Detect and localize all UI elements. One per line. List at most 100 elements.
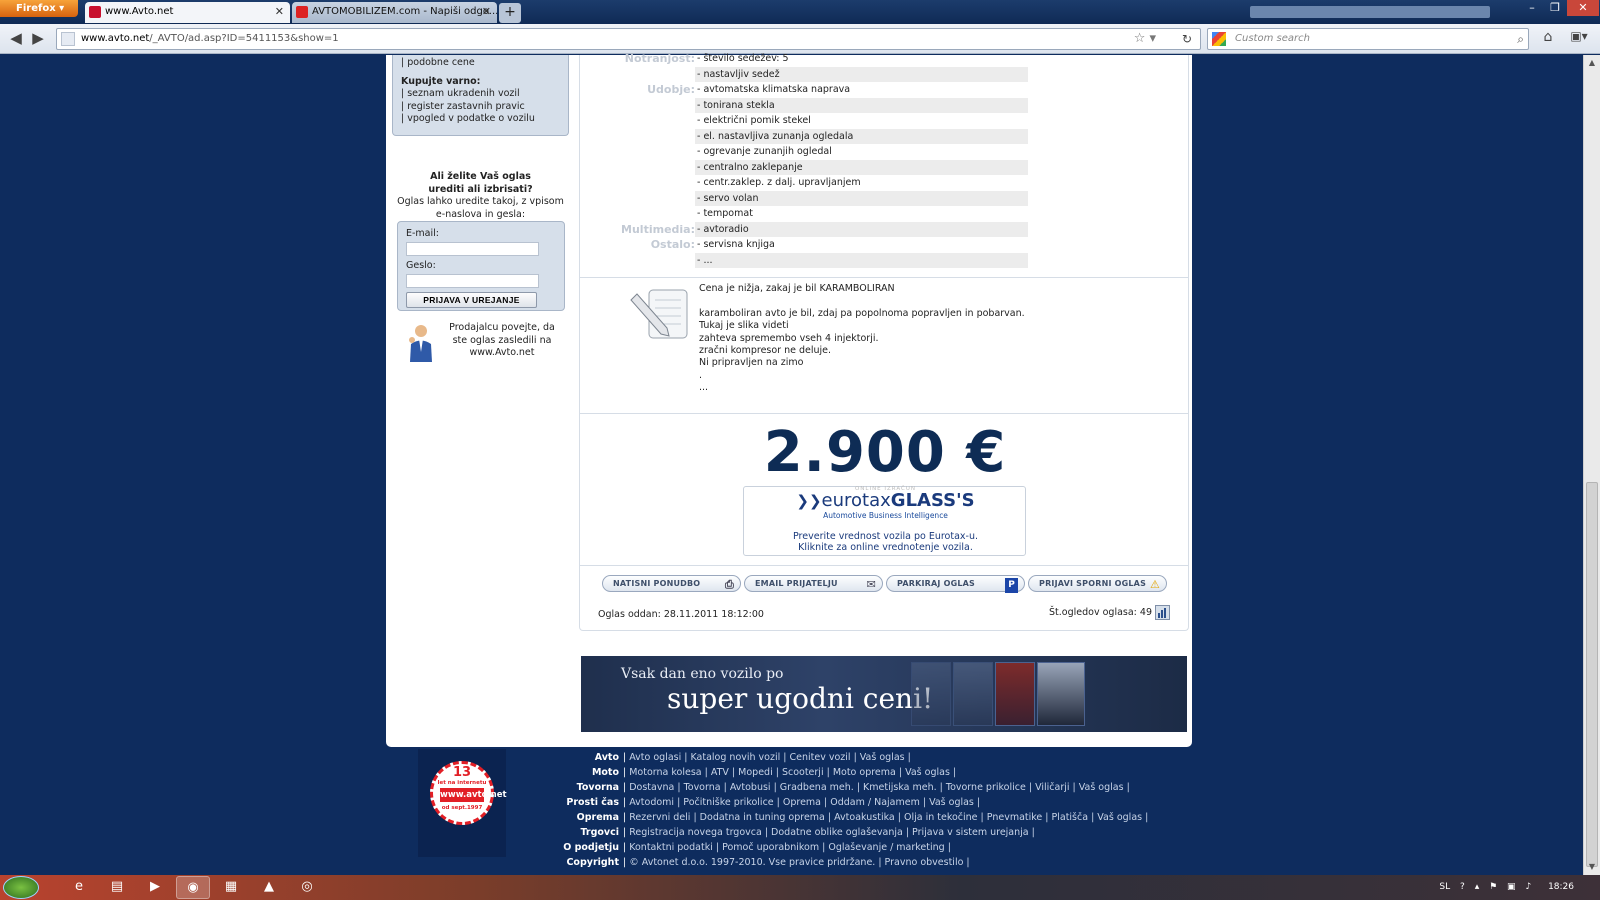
password-field[interactable] — [406, 274, 539, 288]
description-line: zahteva spremembo vseh 4 injektorji. — [699, 332, 879, 344]
eurotax-valuation-link[interactable]: ONLINE IZRAČUN ❯❯eurotaxGLASS'S Automoti… — [743, 486, 1026, 556]
media-player-icon[interactable]: ▶ — [138, 876, 172, 899]
feature-row: - centralno zaklepanje — [580, 159, 1190, 175]
image-viewer-icon[interactable]: ▦ — [214, 876, 248, 899]
ad-page: | podobne cene Kupujte varno: | seznam u… — [386, 52, 1192, 747]
page-scrollbar[interactable]: ▲ ▼ — [1583, 55, 1600, 875]
link-similar-prices[interactable]: | podobne cene — [401, 57, 560, 70]
flag-icon[interactable]: ⚑ — [1489, 882, 1497, 892]
footer-category[interactable]: O podjetju — [540, 840, 619, 855]
help-icon[interactable]: ? — [1460, 882, 1465, 892]
description-line: zračni kompresor ne deluje. — [699, 345, 832, 357]
tab-avto-net[interactable]: www.Avto.net ✕ — [85, 2, 290, 23]
clock[interactable]: 18:26 — [1548, 882, 1574, 892]
start-button[interactable] — [3, 876, 39, 899]
feature-row: - ogrevanje zunanjih ogledal — [580, 144, 1190, 159]
footer-category[interactable]: Prosti čas — [540, 795, 619, 810]
actions-section: NATISNI PONUDBO ⎙ EMAIL PRIJATELJU ✉ PARKI… — [579, 566, 1189, 631]
feature-row: - el. nastavljiva zunanja ogledala — [580, 128, 1190, 144]
car-thumbnail — [911, 662, 951, 726]
search-input[interactable]: Custom search ⌕ — [1207, 28, 1529, 50]
footer-category[interactable]: Moto — [540, 765, 619, 780]
footer-links-list[interactable]: Dostavna | Tovorna | Avtobusi | Gradbena… — [629, 782, 1130, 793]
restore-icon[interactable]: ❐ — [1544, 0, 1566, 16]
footer-links-list[interactable]: © Avtonet d.o.o. 1997-2010. Vse pravice … — [629, 857, 969, 868]
close-window-icon[interactable]: ✕ — [1567, 0, 1599, 16]
minimize-icon[interactable]: – — [1521, 0, 1543, 16]
footer-category[interactable]: Avto — [540, 750, 619, 765]
view-count: Št.ogledov oglasa: 49 — [1049, 605, 1170, 620]
reload-icon[interactable]: ↻ — [1182, 29, 1192, 49]
scroll-down-icon[interactable]: ▼ — [1584, 859, 1600, 875]
print-offer-button[interactable]: NATISNI PONUDBO ⎙ — [602, 575, 741, 592]
ie-icon[interactable]: e — [62, 876, 96, 899]
footer-links-list[interactable]: Registracija novega trgovca | Dodatne ob… — [629, 827, 1035, 838]
login-edit-button[interactable]: PRIJAVA V UREJANJE — [406, 292, 537, 308]
navigation-toolbar: ◀ ▶ www.avto.net/_AVTO/ad.asp?ID=5411153… — [0, 24, 1600, 54]
search-icon[interactable]: ⌕ — [1517, 29, 1524, 49]
site-identity-icon[interactable] — [61, 32, 75, 46]
bookmark-star-icon[interactable]: ☆ ▾ — [1134, 29, 1156, 49]
app-icon[interactable]: ◎ — [290, 876, 324, 899]
system-tray: SL ? ▴ ⚑ ▣ ♪ 18:26 — [1432, 875, 1594, 900]
back-icon[interactable]: ◀ — [6, 29, 26, 49]
feature-value: - tonirana stekla — [695, 97, 1028, 113]
feature-row: - električni pomik stekel — [580, 113, 1190, 128]
url-bar[interactable]: www.avto.net/_AVTO/ad.asp?ID=5411153&sho… — [56, 28, 1201, 50]
report-ad-button[interactable]: PRIJAVI SPORNI OGLAS ⚠ — [1028, 575, 1167, 592]
email-friend-button[interactable]: EMAIL PRIJATELJU ✉ — [744, 575, 883, 592]
volume-icon[interactable]: ♪ — [1525, 882, 1531, 892]
statistics-icon[interactable] — [1155, 605, 1170, 620]
acrobat-icon[interactable]: ▲ — [252, 876, 286, 899]
password-label: Geslo: — [406, 260, 436, 271]
footer-links-list[interactable]: Motorna kolesa | ATV | Mopedi | Scooterj… — [629, 767, 956, 778]
firefox-taskbar-icon[interactable]: ◉ — [176, 876, 210, 899]
scroll-up-icon[interactable]: ▲ — [1584, 55, 1600, 71]
new-tab-button[interactable]: + — [499, 3, 521, 23]
description-line: Cena je nižja, zakaj je bil KARAMBOLIRAN — [699, 283, 895, 294]
home-icon[interactable]: ⌂ — [1537, 29, 1559, 49]
blurred-tab-area — [1250, 6, 1490, 18]
tray-expand-icon[interactable]: ▴ — [1475, 882, 1480, 892]
toolbar-menu-icon[interactable]: ▣▾ — [1565, 29, 1593, 49]
language-indicator[interactable]: SL — [1439, 882, 1450, 892]
feature-row: - nastavljiv sedež — [580, 66, 1190, 82]
footer-category[interactable]: Oprema — [540, 810, 619, 825]
close-tab-icon[interactable]: ✕ — [482, 2, 491, 22]
footer-links-list[interactable]: Rezervni deli | Dodatna in tuning oprema… — [629, 812, 1148, 823]
feature-row: Ostalo: - servisna knjiga — [580, 237, 1190, 252]
tab-avtomobilizem[interactable]: AVTOMOBILIZEM.com - Napiši odgo... ✕ — [292, 2, 497, 23]
forward-icon[interactable]: ▶ — [28, 29, 48, 49]
email-field[interactable] — [406, 242, 539, 256]
description-line — [699, 295, 1027, 307]
footer-links-list[interactable]: Kontaktni podatki | Pomoč uporabnikom | … — [629, 842, 951, 853]
promo-banner[interactable]: Vsak dan eno vozilo po super ugodni ceni… — [581, 656, 1187, 732]
link-stolen-vehicles[interactable]: | seznam ukradenih vozil — [401, 88, 560, 101]
footer-row: Prosti čas | Avtodomi | Počitniške prikol… — [540, 795, 980, 810]
footer-links-list[interactable]: Avto oglasi | Katalog novih vozil | Ceni… — [629, 752, 911, 763]
google-icon[interactable] — [1212, 32, 1226, 46]
explorer-folder-icon[interactable]: ▤ — [100, 876, 134, 899]
footer-category[interactable]: Tovorna — [540, 780, 619, 795]
network-icon[interactable]: ▣ — [1507, 882, 1516, 892]
anniversary-badge: 13 let na internetu www.avto.net od sept… — [418, 749, 507, 857]
footer-category[interactable]: Copyright — [540, 855, 619, 870]
feature-row: Notranjost: - število sedežev: 5 — [580, 51, 1190, 66]
footer-row: Tovorna | Dostavna | Tovorna | Avtobusi |… — [540, 780, 1130, 795]
avtomobilizem-favicon-icon — [296, 6, 308, 18]
description-text: Cena je nižja, zakaj je bil KARAMBOLIRAN… — [699, 283, 1027, 395]
scroll-thumb[interactable] — [1586, 482, 1598, 867]
safe-buying-heading: Kupujte varno: — [401, 75, 481, 87]
footer-category[interactable]: Trgovci — [540, 825, 619, 840]
link-vehicle-data[interactable]: | vpogled v podatke o vozilu — [401, 113, 560, 126]
feature-value: - število sedežev: 5 — [697, 53, 789, 64]
car-thumbnail — [953, 662, 993, 726]
close-tab-icon[interactable]: ✕ — [275, 2, 284, 22]
firefox-menu-button[interactable]: Firefox ▾ — [0, 0, 78, 17]
avto-favicon-icon — [89, 6, 101, 18]
feature-value: - servo volan — [695, 190, 1028, 206]
link-lien-register[interactable]: | register zastavnih pravic — [401, 101, 560, 114]
sidebar-links-box: | podobne cene Kupujte varno: | seznam u… — [392, 55, 569, 136]
footer-links-list[interactable]: Avtodomi | Počitniške prikolice | Oprema… — [629, 797, 980, 808]
park-ad-button[interactable]: PARKIRAJ OGLAS P — [886, 575, 1025, 593]
